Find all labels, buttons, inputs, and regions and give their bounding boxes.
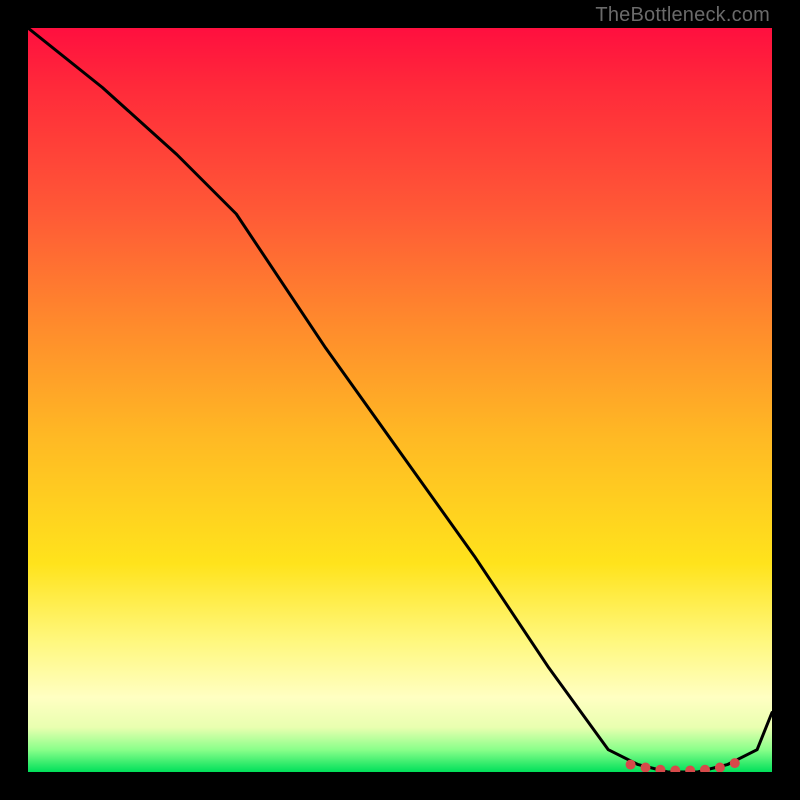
chart-frame: TheBottleneck.com (0, 0, 800, 800)
plot-gradient-background (28, 28, 772, 772)
watermark-text: TheBottleneck.com (595, 4, 770, 27)
